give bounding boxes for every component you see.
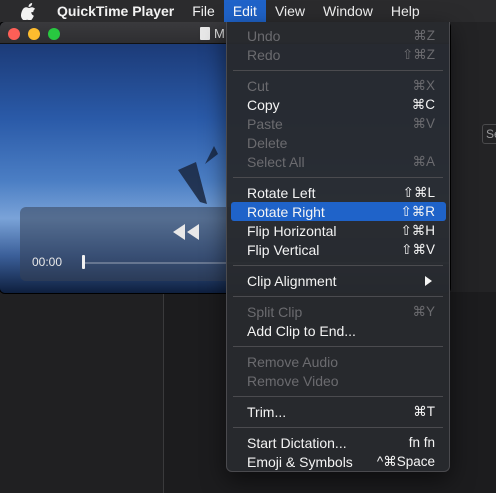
menu-item-label: Remove Audio [247, 353, 339, 370]
menu-item-label: Paste [247, 115, 283, 132]
menu-item-select-all[interactable]: Select All ⌘A [231, 152, 446, 171]
menu-item-shortcut: ⇧⌘V [401, 241, 435, 257]
menu-item-label: Add Clip to End... [247, 322, 356, 339]
time-elapsed: 00:00 [32, 255, 63, 269]
menu-item-shortcut: ⌘Z [413, 27, 435, 43]
menu-separator [233, 70, 443, 71]
menu-item-shortcut: ⌘V [412, 115, 435, 131]
edit-menu-dropdown: Undo ⌘Z Redo ⇧⌘Z Cut ⌘X Copy ⌘C Paste ⌘V… [226, 22, 450, 472]
menu-item-label: Clip Alignment [247, 272, 337, 289]
menu-item-label: Start Dictation... [247, 434, 347, 451]
menu-item-emoji-symbols[interactable]: Emoji & Symbols ^⌘Space [231, 452, 446, 471]
menu-item-clip-alignment[interactable]: Clip Alignment [231, 271, 446, 290]
menu-item-shortcut: ⌘X [412, 77, 435, 93]
submenu-arrow-icon [425, 275, 432, 286]
menu-item-shortcut: ⇧⌘H [400, 222, 435, 238]
screen: Se M 00:00 [0, 0, 496, 493]
menu-bar: QuickTime Player File Edit View Window H… [0, 0, 496, 22]
menu-help[interactable]: Help [382, 0, 429, 22]
close-window-button[interactable] [8, 28, 20, 40]
menu-item-shortcut: ⌘A [412, 153, 435, 169]
menu-item-label: Trim... [247, 403, 287, 420]
menu-item-rotate-left[interactable]: Rotate Left ⇧⌘L [231, 183, 446, 202]
menu-item-shortcut: ⇧⌘Z [401, 46, 435, 62]
menu-item-label: Rotate Left [247, 184, 316, 201]
menu-item-shortcut: ^⌘Space [376, 453, 435, 469]
menu-item-shortcut: ⇧⌘R [400, 203, 435, 219]
menu-item-shortcut: ⌘T [413, 403, 435, 419]
apple-menu-icon[interactable] [17, 2, 39, 20]
menu-item-label: Undo [247, 27, 281, 44]
menu-item-label: Flip Vertical [247, 241, 320, 258]
window-title: M [214, 26, 225, 41]
menu-item-label: Split Clip [247, 303, 303, 320]
menu-item-label: Rotate Right [247, 203, 325, 220]
menu-item-flip-vertical[interactable]: Flip Vertical ⇧⌘V [231, 240, 446, 259]
menu-item-label: Select All [247, 153, 305, 170]
background-label: Se [482, 124, 496, 144]
menu-separator [233, 177, 443, 178]
menu-item-undo[interactable]: Undo ⌘Z [231, 26, 446, 45]
menu-edit[interactable]: Edit [223, 0, 266, 22]
menu-item-rotate-right[interactable]: Rotate Right ⇧⌘R [231, 202, 446, 221]
menu-separator [233, 396, 443, 397]
menu-item-split-clip[interactable]: Split Clip ⌘Y [231, 302, 446, 321]
menu-item-add-clip-to-end[interactable]: Add Clip to End... [231, 321, 446, 340]
minimize-window-button[interactable] [28, 28, 40, 40]
menu-item-cut[interactable]: Cut ⌘X [231, 76, 446, 95]
menu-item-label: Cut [247, 77, 269, 94]
menu-item-start-dictation[interactable]: Start Dictation... fn fn [231, 433, 446, 452]
menu-item-redo[interactable]: Redo ⇧⌘Z [231, 45, 446, 64]
menu-separator [233, 265, 443, 266]
scrubber-knob[interactable] [82, 255, 85, 269]
menu-item-label: Flip Horizontal [247, 222, 337, 239]
menu-separator [233, 296, 443, 297]
menu-separator [233, 427, 443, 428]
menu-item-trim[interactable]: Trim... ⌘T [231, 402, 446, 421]
menu-separator [233, 346, 443, 347]
background-left-pane [0, 292, 164, 493]
menu-item-delete[interactable]: Delete [231, 133, 446, 152]
fullscreen-window-button[interactable] [48, 28, 60, 40]
menu-item-shortcut: ⌘C [411, 96, 435, 112]
menu-item-label: Emoji & Symbols [247, 453, 353, 470]
background-window: Se [448, 22, 496, 293]
menu-item-shortcut: ⌘Y [412, 303, 435, 319]
app-menu[interactable]: QuickTime Player [53, 0, 183, 22]
menu-item-label: Copy [247, 96, 280, 113]
menu-item-label: Remove Video [247, 372, 339, 389]
menu-view[interactable]: View [266, 0, 314, 22]
menu-file[interactable]: File [183, 0, 224, 22]
menu-window[interactable]: Window [314, 0, 382, 22]
menu-item-paste[interactable]: Paste ⌘V [231, 114, 446, 133]
menu-item-copy[interactable]: Copy ⌘C [231, 95, 446, 114]
menu-item-shortcut: ⇧⌘L [402, 184, 435, 200]
menu-item-shortcut: fn fn [408, 435, 435, 450]
document-icon [200, 27, 210, 40]
menu-item-label: Delete [247, 134, 288, 151]
menu-item-flip-horizontal[interactable]: Flip Horizontal ⇧⌘H [231, 221, 446, 240]
rewind-icon[interactable] [172, 223, 200, 241]
menu-item-label: Redo [247, 46, 281, 63]
menu-item-remove-audio[interactable]: Remove Audio [231, 352, 446, 371]
menu-item-remove-video[interactable]: Remove Video [231, 371, 446, 390]
